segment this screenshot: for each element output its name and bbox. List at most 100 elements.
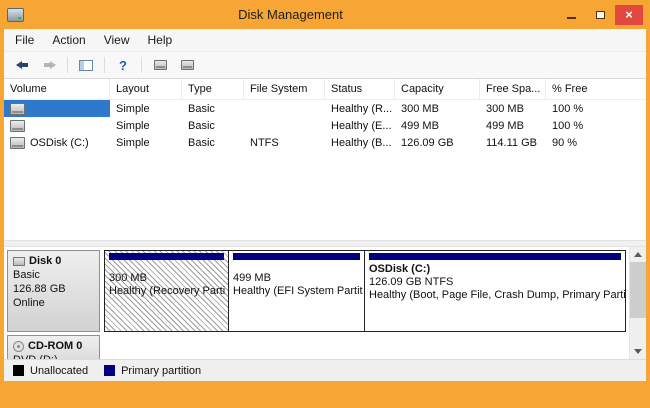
- cell-percent-free: 100 %: [546, 117, 646, 134]
- cdrom0-row: CD-ROM 0 DVD (D:): [7, 335, 626, 359]
- menu-help[interactable]: Help: [139, 30, 182, 50]
- partition-status: Healthy (Boot, Page File, Crash Dump, Pr…: [369, 289, 621, 302]
- partition-efi[interactable]: 499 MB Healthy (EFI System Partit: [229, 250, 365, 332]
- vertical-scrollbar[interactable]: [629, 247, 646, 359]
- cell-layout: Simple: [110, 134, 182, 151]
- client-area: File Action View Help Volume Layout Type…: [4, 29, 646, 381]
- volume-name: OSDisk (C:): [30, 137, 89, 149]
- volume-cell: [4, 117, 110, 134]
- column-header-volume[interactable]: Volume: [4, 79, 110, 99]
- disk0-row: Disk 0 Basic 126.88 GB Online 300 MB Hea…: [7, 250, 626, 332]
- volume-cell-selected: [4, 100, 110, 117]
- cell-status: Healthy (B...: [325, 134, 395, 151]
- cell-free-space: 499 MB: [480, 117, 546, 134]
- column-header-capacity[interactable]: Capacity: [395, 79, 480, 99]
- disk0-type: Basic: [13, 268, 94, 282]
- cell-type: Basic: [182, 100, 244, 117]
- cell-type: Basic: [182, 134, 244, 151]
- volume-row-osdisk[interactable]: OSDisk (C:) Simple Basic NTFS Healthy (B…: [4, 134, 646, 151]
- cell-percent-free: 100 %: [546, 100, 646, 117]
- menu-action[interactable]: Action: [43, 30, 94, 50]
- cell-layout: Simple: [110, 117, 182, 134]
- drive-icon: [10, 120, 25, 132]
- scroll-up-icon[interactable]: [630, 247, 646, 262]
- volume-row-recovery[interactable]: Simple Basic Healthy (R... 300 MB 300 MB…: [4, 100, 646, 117]
- unallocated-swatch: [13, 365, 24, 376]
- graphical-view-pane: Disk 0 Basic 126.88 GB Online 300 MB Hea…: [4, 247, 646, 359]
- toolbar: [4, 52, 646, 79]
- hard-disk-icon: [13, 257, 25, 266]
- volume-row-efi[interactable]: Simple Basic Healthy (E... 499 MB 499 MB…: [4, 117, 646, 134]
- partition-size: 300 MB: [109, 272, 224, 285]
- disk0-status: Online: [13, 296, 94, 310]
- drive-tool-icon-2[interactable]: [176, 55, 198, 75]
- scroll-down-icon[interactable]: [630, 344, 646, 359]
- primary-partition-swatch: [104, 365, 115, 376]
- column-header-type[interactable]: Type: [182, 79, 244, 99]
- disk0-header[interactable]: Disk 0 Basic 126.88 GB Online: [7, 250, 100, 332]
- titlebar[interactable]: Disk Management: [0, 0, 650, 29]
- volume-list-pane: Volume Layout Type File System Status Ca…: [4, 79, 646, 240]
- help-icon[interactable]: [112, 55, 134, 75]
- column-header-percent-free[interactable]: % Free: [546, 79, 646, 99]
- menu-view[interactable]: View: [95, 30, 139, 50]
- app-disk-icon: [7, 8, 24, 22]
- partition-name: OSDisk (C:): [369, 263, 621, 276]
- minimize-button[interactable]: [557, 5, 585, 25]
- cell-type: Basic: [182, 117, 244, 134]
- volume-cell: OSDisk (C:): [4, 134, 110, 151]
- disk0-partitions: 300 MB Healthy (Recovery Parti 499 MB He…: [104, 250, 626, 332]
- toolbar-separator: [141, 57, 142, 73]
- forward-arrow-icon[interactable]: [38, 55, 60, 75]
- cdrom0-header[interactable]: CD-ROM 0 DVD (D:): [7, 335, 100, 359]
- partition-size: 499 MB: [233, 272, 360, 285]
- menubar: File Action View Help: [4, 29, 646, 52]
- close-button[interactable]: [615, 5, 643, 25]
- scrollbar-thumb[interactable]: [630, 262, 646, 318]
- scrollbar-track: [630, 318, 646, 344]
- column-header-status[interactable]: Status: [325, 79, 395, 99]
- partition-status: Healthy (Recovery Parti: [109, 285, 224, 298]
- primary-partition-label: Primary partition: [121, 365, 201, 377]
- cell-status: Healthy (R...: [325, 100, 395, 117]
- cell-file-system: [244, 117, 325, 134]
- cdrom0-name: CD-ROM 0: [28, 339, 82, 353]
- partition-status: Healthy (EFI System Partit: [233, 285, 360, 298]
- toolbar-separator: [104, 57, 105, 73]
- cell-capacity: 126.09 GB: [395, 134, 480, 151]
- pane-splitter[interactable]: [4, 240, 646, 247]
- cell-capacity: 499 MB: [395, 117, 480, 134]
- drive-tool-icon[interactable]: [149, 55, 171, 75]
- disk-management-window: Disk Management File Action View Help: [0, 0, 650, 408]
- partition-recovery[interactable]: 300 MB Healthy (Recovery Parti: [104, 250, 229, 332]
- column-header-layout[interactable]: Layout: [110, 79, 182, 99]
- cell-file-system: NTFS: [244, 134, 325, 151]
- console-tree-icon[interactable]: [75, 55, 97, 75]
- column-header-file-system[interactable]: File System: [244, 79, 325, 99]
- menu-file[interactable]: File: [6, 30, 43, 50]
- cell-file-system: [244, 100, 325, 117]
- cdrom0-media-area: [104, 335, 626, 359]
- primary-partition-band: [233, 253, 360, 260]
- cell-layout: Simple: [110, 100, 182, 117]
- disk0-size: 126.88 GB: [13, 282, 94, 296]
- toolbar-separator: [67, 57, 68, 73]
- primary-partition-band: [109, 253, 224, 260]
- cell-status: Healthy (E...: [325, 117, 395, 134]
- back-arrow-icon[interactable]: [11, 55, 33, 75]
- drive-icon: [10, 137, 25, 149]
- cell-free-space: 114.11 GB: [480, 134, 546, 151]
- cell-percent-free: 90 %: [546, 134, 646, 151]
- drive-icon: [10, 103, 25, 115]
- cell-capacity: 300 MB: [395, 100, 480, 117]
- caption-buttons: [557, 5, 643, 25]
- primary-partition-band: [369, 253, 621, 260]
- cd-rom-icon: [13, 341, 24, 352]
- window-title: Disk Management: [24, 7, 557, 22]
- maximize-button[interactable]: [586, 5, 614, 25]
- volume-list-header: Volume Layout Type File System Status Ca…: [4, 79, 646, 100]
- column-header-free-space[interactable]: Free Spa...: [480, 79, 546, 99]
- partition-size: 126.09 GB NTFS: [369, 276, 621, 289]
- partition-osdisk-c[interactable]: OSDisk (C:) 126.09 GB NTFS Healthy (Boot…: [365, 250, 626, 332]
- unallocated-label: Unallocated: [30, 365, 88, 377]
